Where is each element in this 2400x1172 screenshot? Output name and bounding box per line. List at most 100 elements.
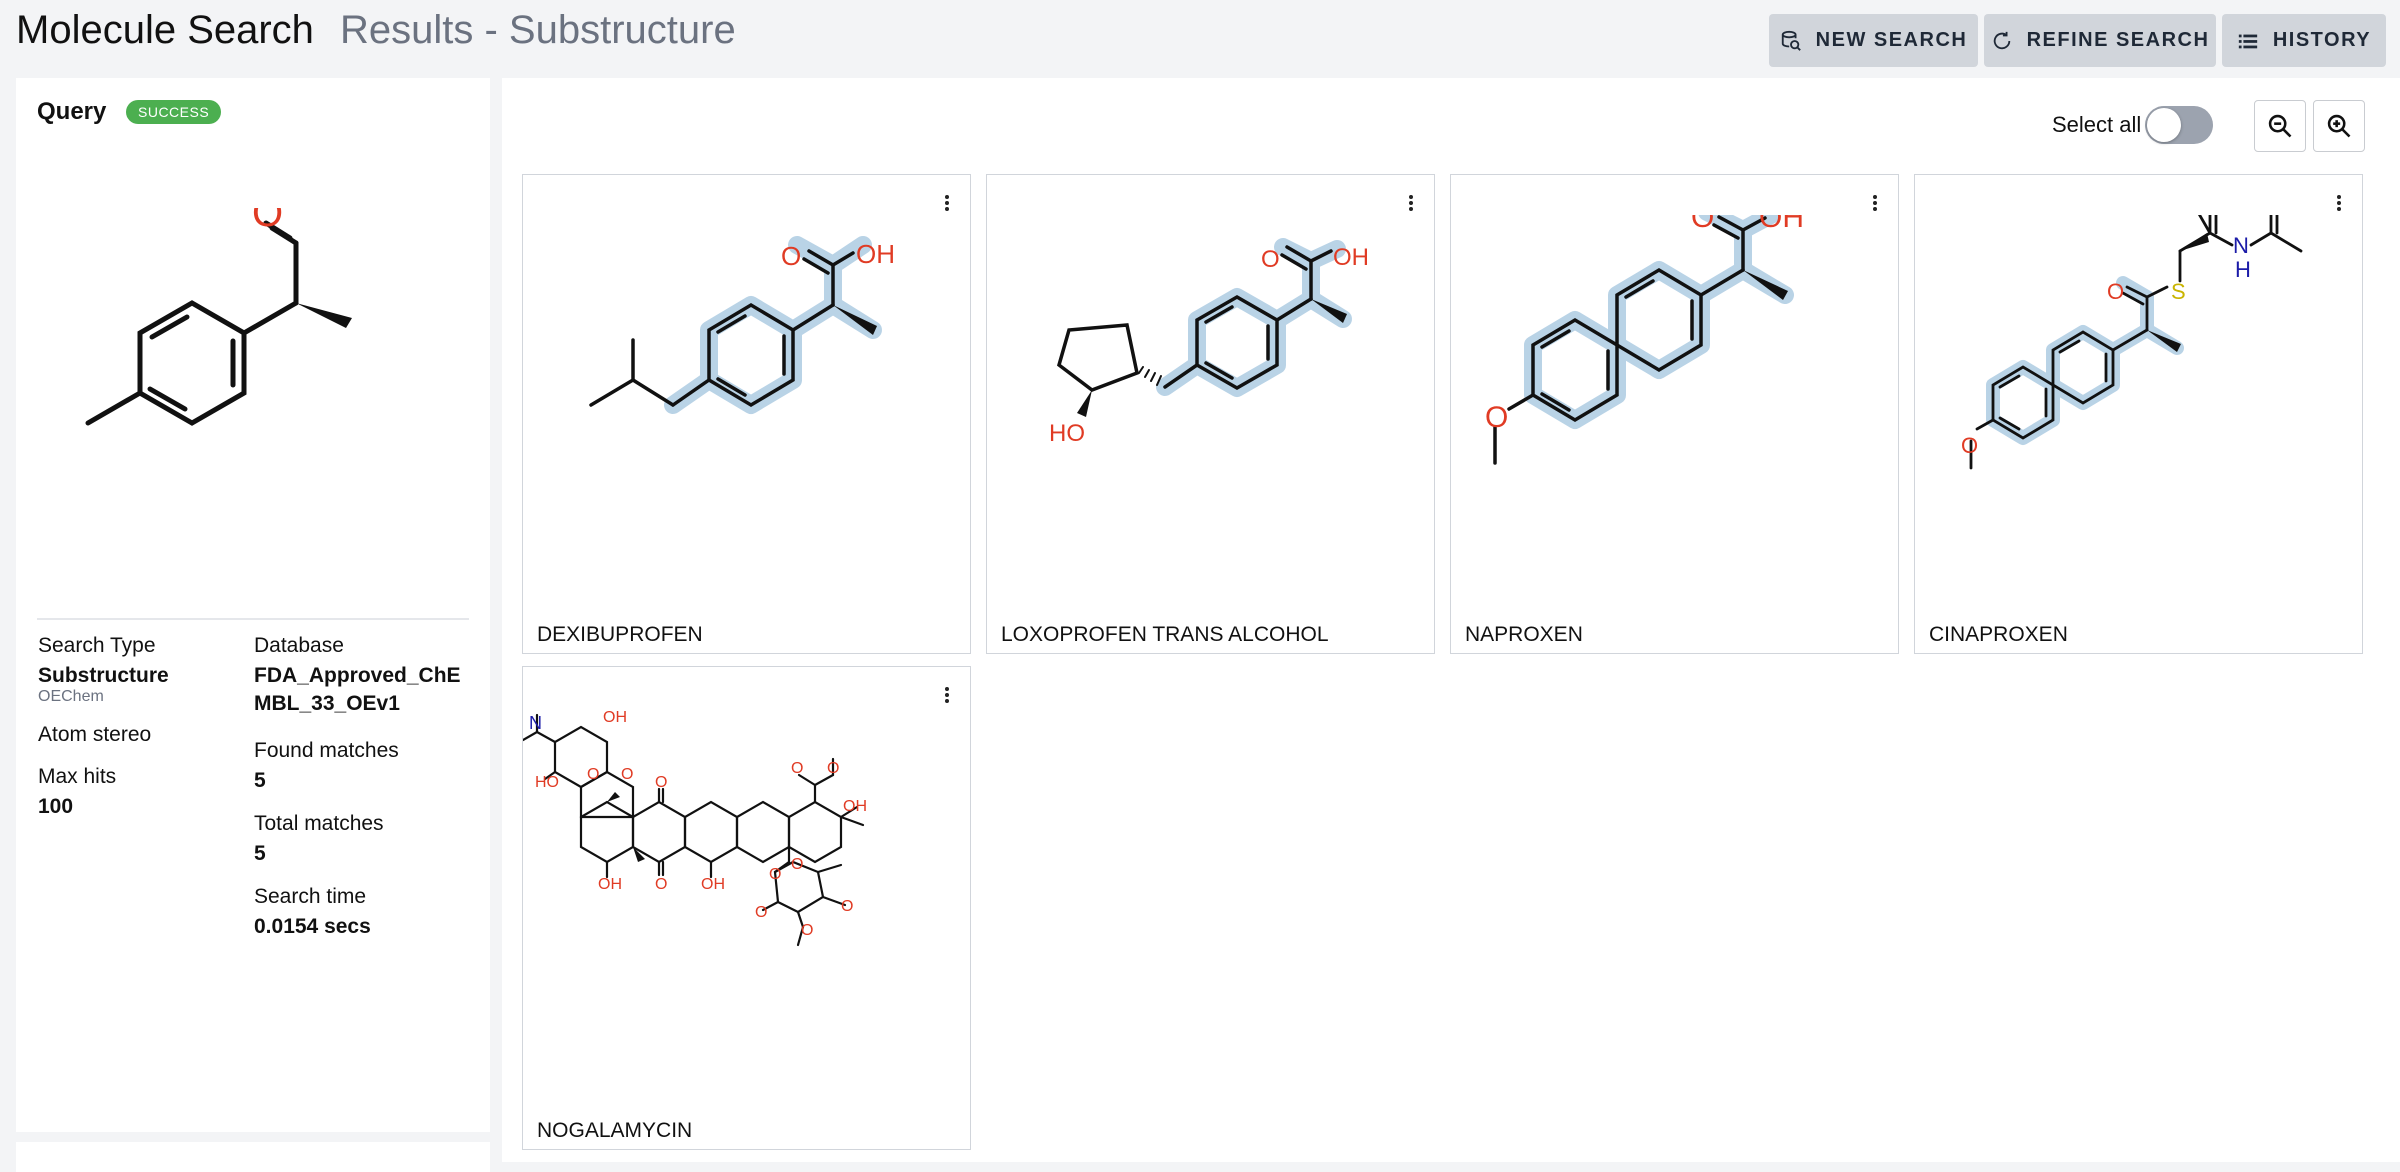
app-title: Molecule Search xyxy=(16,8,314,52)
zoom-out-icon xyxy=(2268,114,2292,138)
new-search-button[interactable]: NEW SEARCH xyxy=(1769,14,1978,67)
result-card[interactable]: O OH HO LOXOPROFEN TRANS ALCOHOL xyxy=(986,174,1435,654)
more-vert-icon[interactable] xyxy=(942,685,952,709)
atom-o: O xyxy=(801,922,813,939)
history-button[interactable]: HISTORY xyxy=(2222,14,2386,67)
atom-oh: OH xyxy=(843,798,867,815)
result-name: CINAPROXEN xyxy=(1929,623,2068,646)
atom-o: O xyxy=(1691,215,1714,234)
refine-search-button[interactable]: REFINE SEARCH xyxy=(1984,14,2216,67)
atom-o: O xyxy=(841,898,853,915)
divider xyxy=(37,618,469,620)
atom-o: O xyxy=(791,856,803,873)
atom-h: H xyxy=(2235,257,2251,282)
search-time-value: 0.0154 secs xyxy=(254,915,371,938)
atom-o: O xyxy=(769,866,781,883)
search-engine-value: OEChem xyxy=(38,688,104,705)
result-card[interactable]: N OH HO O O O O OH OH O O OH O O O O O N… xyxy=(522,666,971,1150)
select-all-label: Select all xyxy=(2052,112,2142,137)
result-name: NOGALAMYCIN xyxy=(537,1119,693,1142)
refresh-icon xyxy=(1993,31,2010,49)
atom-n: N xyxy=(529,713,542,733)
query-title: Query xyxy=(37,98,107,125)
total-matches-label: Total matches xyxy=(254,812,384,835)
atom-oh: OH xyxy=(598,876,622,893)
atom-o: O xyxy=(2107,279,2124,304)
search-type-label: Search Type xyxy=(38,634,156,657)
zoom-in-icon xyxy=(2327,114,2351,138)
atom-o: O xyxy=(1261,246,1280,273)
atom-o: O xyxy=(1961,433,1978,458)
result-card[interactable]: O OH O NAPROXEN xyxy=(1450,174,1899,654)
left-panel-footer xyxy=(16,1142,490,1172)
query-panel: Query SUCCESS O Search Type Substructure… xyxy=(16,78,490,1132)
atom-s: S xyxy=(2171,279,2186,304)
status-badge: SUCCESS xyxy=(126,100,222,124)
atom-o: O xyxy=(755,904,767,921)
atom-o: O xyxy=(655,876,667,893)
total-matches-value: 5 xyxy=(254,842,266,865)
refine-search-label: REFINE SEARCH xyxy=(2026,29,2210,51)
zoom-in-button[interactable] xyxy=(2313,100,2365,152)
max-hits-block: Max hits 100 xyxy=(38,765,116,819)
atom-o: O xyxy=(621,766,633,783)
molecule-structure: O S O HO O N H O xyxy=(1961,215,2303,470)
atom-oh: OH xyxy=(856,239,895,269)
atom-oh: OH xyxy=(603,709,627,726)
search-type-value: Substructure xyxy=(38,664,169,687)
atom-o: O xyxy=(655,774,667,791)
found-matches-block: Found matches 5 xyxy=(254,739,399,793)
atom-stereo-label: Atom stereo xyxy=(38,723,152,746)
found-matches-value: 5 xyxy=(254,769,266,792)
molecule-structure: O OH O xyxy=(1485,215,1804,465)
atom-oh: OH xyxy=(701,876,725,893)
select-all-toggle[interactable] xyxy=(2145,106,2213,144)
atom-o: O xyxy=(791,760,803,777)
atom-o: O xyxy=(1485,401,1508,434)
more-vert-icon[interactable] xyxy=(2334,193,2344,217)
search-db-icon xyxy=(1781,30,1801,51)
result-name: LOXOPROFEN TRANS ALCOHOL xyxy=(1001,623,1329,646)
found-matches-label: Found matches xyxy=(254,739,399,762)
max-hits-value: 100 xyxy=(38,795,74,818)
atom-n: N xyxy=(2233,233,2249,258)
database-value-1: FDA_Approved_ChE xyxy=(254,664,461,687)
database-value-2: MBL_33_OEv1 xyxy=(254,692,400,715)
result-card[interactable]: O S O HO O N H O CINAPROXEN xyxy=(1914,174,2363,654)
toggle-knob xyxy=(2147,108,2181,142)
result-name: DEXIBUPROFEN xyxy=(537,623,703,646)
molecule-structure: O OH xyxy=(589,236,895,414)
search-time-label: Search time xyxy=(254,885,367,908)
atom-o: O xyxy=(781,241,801,271)
result-name: NAPROXEN xyxy=(1465,623,1583,646)
search-time-block: Search time 0.0154 secs xyxy=(254,885,371,939)
atom-o: O xyxy=(827,760,839,777)
database-label: Database xyxy=(254,634,344,657)
atom-o: O xyxy=(2203,215,2220,218)
atom-oh: OH xyxy=(1333,244,1369,271)
zoom-out-button[interactable] xyxy=(2254,100,2306,152)
new-search-label: NEW SEARCH xyxy=(1815,29,1968,51)
molecule-structure: N OH HO O O O O OH OH O O OH O O O O O xyxy=(523,709,867,947)
page-subtitle: Results - Substructure xyxy=(340,8,736,52)
atom-ho: HO xyxy=(1049,420,1085,447)
atom-ho: HO xyxy=(535,774,559,791)
total-matches-block: Total matches 5 xyxy=(254,812,384,866)
atom-oh: OH xyxy=(1759,215,1804,234)
history-label: HISTORY xyxy=(2272,29,2372,51)
more-vert-icon[interactable] xyxy=(1870,193,1880,217)
result-card[interactable]: O OH DEXIBUPROFEN xyxy=(522,174,971,654)
atom-o: O xyxy=(252,208,283,235)
query-molecule: O xyxy=(85,208,352,426)
list-icon xyxy=(2238,34,2258,48)
max-hits-label: Max hits xyxy=(38,765,117,788)
header: Molecule Search Results - Substructure N… xyxy=(0,0,2400,72)
more-vert-icon[interactable] xyxy=(1406,193,1416,217)
search-type-block: Search Type Substructure OEChem xyxy=(38,634,169,706)
atom-o: O xyxy=(587,766,599,783)
atom-ho: HO xyxy=(2153,215,2186,218)
more-vert-icon[interactable] xyxy=(942,193,952,217)
results-panel: Select all O OH DEXIBUPROFEN O OH HO LOX… xyxy=(502,78,2400,1162)
molecule-structure: O OH HO xyxy=(1049,238,1369,447)
database-block: Database FDA_Approved_ChE MBL_33_OEv1 xyxy=(254,634,461,716)
